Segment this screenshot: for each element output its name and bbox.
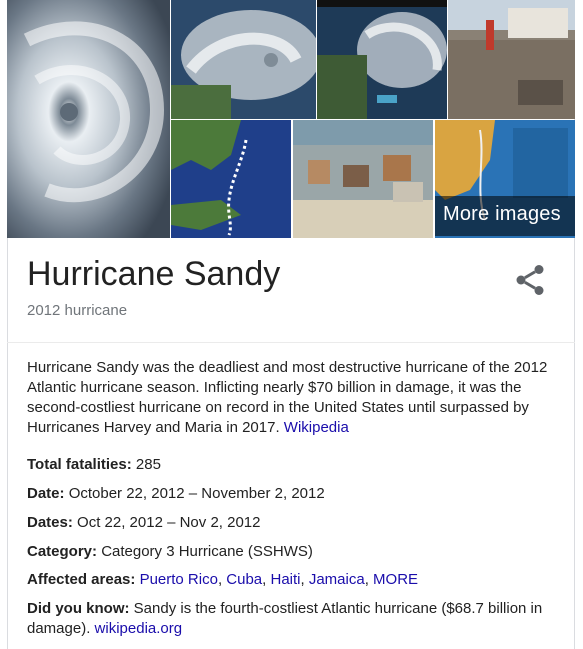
affected-link-cuba[interactable]: Cuba [226,571,262,588]
fact-value: October 22, 2012 – November 2, 2012 [68,485,325,502]
image-tile-storm-track-map[interactable] [171,120,291,238]
fact-label: Total fatalities: [27,456,132,473]
page-title: Hurricane Sandy [27,255,281,293]
image-tile-satellite-night[interactable] [317,0,447,119]
fact-label: Category: [27,543,98,560]
image-gallery: More images [7,0,575,238]
fact-value: Category 3 Hurricane (SSHWS) [101,543,313,560]
separator: , [217,571,223,588]
more-images-button[interactable]: More images [443,203,561,226]
fact-affected-areas: Affected areas: Puerto Rico, Cuba, Haiti… [27,570,557,590]
fact-label: Affected areas: [27,571,136,588]
image-tile-satellite-swirl[interactable] [7,0,170,238]
affected-link-haiti[interactable]: Haiti [270,571,300,588]
share-icon[interactable] [512,262,548,298]
fact-label: Dates: [27,514,73,531]
separator: , [364,571,369,588]
fact-did-you-know: Did you know: Sandy is the fourth-costli… [27,599,557,639]
image-tile-aerial-damaged-homes[interactable] [293,120,433,238]
fact-label: Did you know: [27,600,130,617]
description: Hurricane Sandy was the deadliest and mo… [27,358,557,438]
image-tile-satellite-east-coast[interactable] [171,0,316,119]
entity-subtitle: 2012 hurricane [27,302,128,319]
fact-label: Date: [27,485,65,502]
fact-fatalities: Total fatalities: 285 [27,455,557,475]
wikipedia-link[interactable]: Wikipedia [284,419,349,436]
did-you-know-link[interactable]: wikipedia.org [95,620,183,637]
image-tile-storm-damage-person[interactable] [448,0,575,119]
fact-dates: Dates: Oct 22, 2012 – Nov 2, 2012 [27,513,557,533]
panel-header: Hurricane Sandy 2012 hurricane [7,238,575,342]
fact-value: 285 [135,456,161,473]
affected-link-jamaica[interactable]: Jamaica [309,571,365,588]
separator: , [300,571,305,588]
fact-value: Oct 22, 2012 – Nov 2, 2012 [77,514,261,531]
fact-date: Date: October 22, 2012 – November 2, 201… [27,484,557,504]
affected-link-puerto-rico[interactable]: Puerto Rico [140,571,218,588]
separator: , [262,571,267,588]
divider [7,342,575,343]
fact-category: Category: Category 3 Hurricane (SSHWS) [27,542,557,562]
affected-more-link[interactable]: MORE [373,571,418,588]
